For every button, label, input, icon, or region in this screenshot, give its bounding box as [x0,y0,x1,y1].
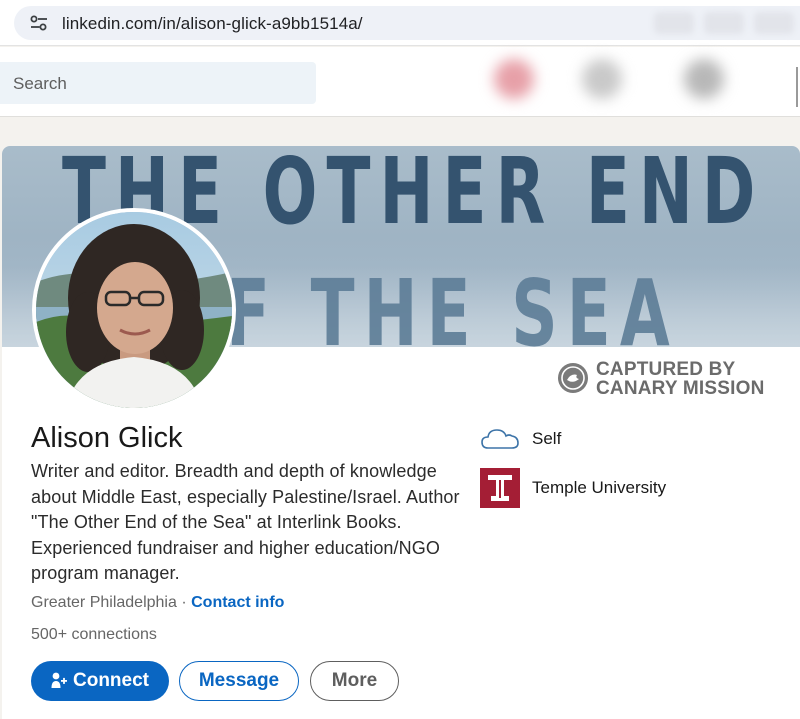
person-add-icon [51,672,67,688]
nav-item-blurred[interactable] [684,59,724,99]
message-label: Message [198,670,280,691]
search-input[interactable]: Search [0,62,316,104]
connect-label: Connect [73,670,149,691]
current-company[interactable]: Self [480,424,561,454]
url-text[interactable]: linkedin.com/in/alison-glick-a9bb1514a/ [62,14,363,34]
more-label: More [331,670,378,691]
tune-icon[interactable] [30,15,48,31]
profile-headline: Writer and editor. Breadth and depth of … [31,461,460,583]
separator-dot: · [181,594,187,611]
browser-address-bar: linkedin.com/in/alison-glick-a9bb1514a/ [0,0,800,46]
current-company-label: Self [532,429,562,448]
search-placeholder[interactable]: Search [13,74,67,94]
canary-mission-watermark: CAPTURED BY CANARY MISSION [558,360,778,400]
profile-card: THE OTHER END F THE SEA CAPTURED BY CANA… [2,146,800,719]
profile-name: Alison Glick [31,422,183,454]
education-label: Temple University [532,478,667,497]
profile-photo[interactable] [32,208,236,412]
connect-button[interactable]: Connect [31,661,169,701]
temple-logo [480,468,520,508]
nav-divider [796,67,798,107]
profile-location: Greater Philadelphia [31,594,177,611]
nav-item-blurred[interactable] [494,59,534,99]
extension-icon[interactable] [754,12,794,34]
canary-mission-logo [558,363,588,393]
extension-icon[interactable] [654,12,694,34]
profile-photo-image [36,212,232,408]
banner-title-line2: F THE SEA [226,260,679,367]
url-field[interactable]: linkedin.com/in/alison-glick-a9bb1514a/ [14,6,800,40]
extension-icon[interactable] [704,12,744,34]
location-row: Greater Philadelphia · Contact info [31,594,284,612]
nav-item-blurred[interactable] [582,59,622,99]
message-button[interactable]: Message [179,661,299,701]
more-button[interactable]: More [310,661,399,701]
linkedin-nav: Search [0,47,800,117]
connections-count[interactable]: 500+ connections [31,626,157,644]
watermark-line1: CAPTURED BY [596,359,736,380]
education-school[interactable]: Temple University [480,467,666,509]
contact-info-link[interactable]: Contact info [191,594,284,611]
cloud-icon [481,429,519,449]
watermark-line2: CANARY MISSION [596,378,765,399]
